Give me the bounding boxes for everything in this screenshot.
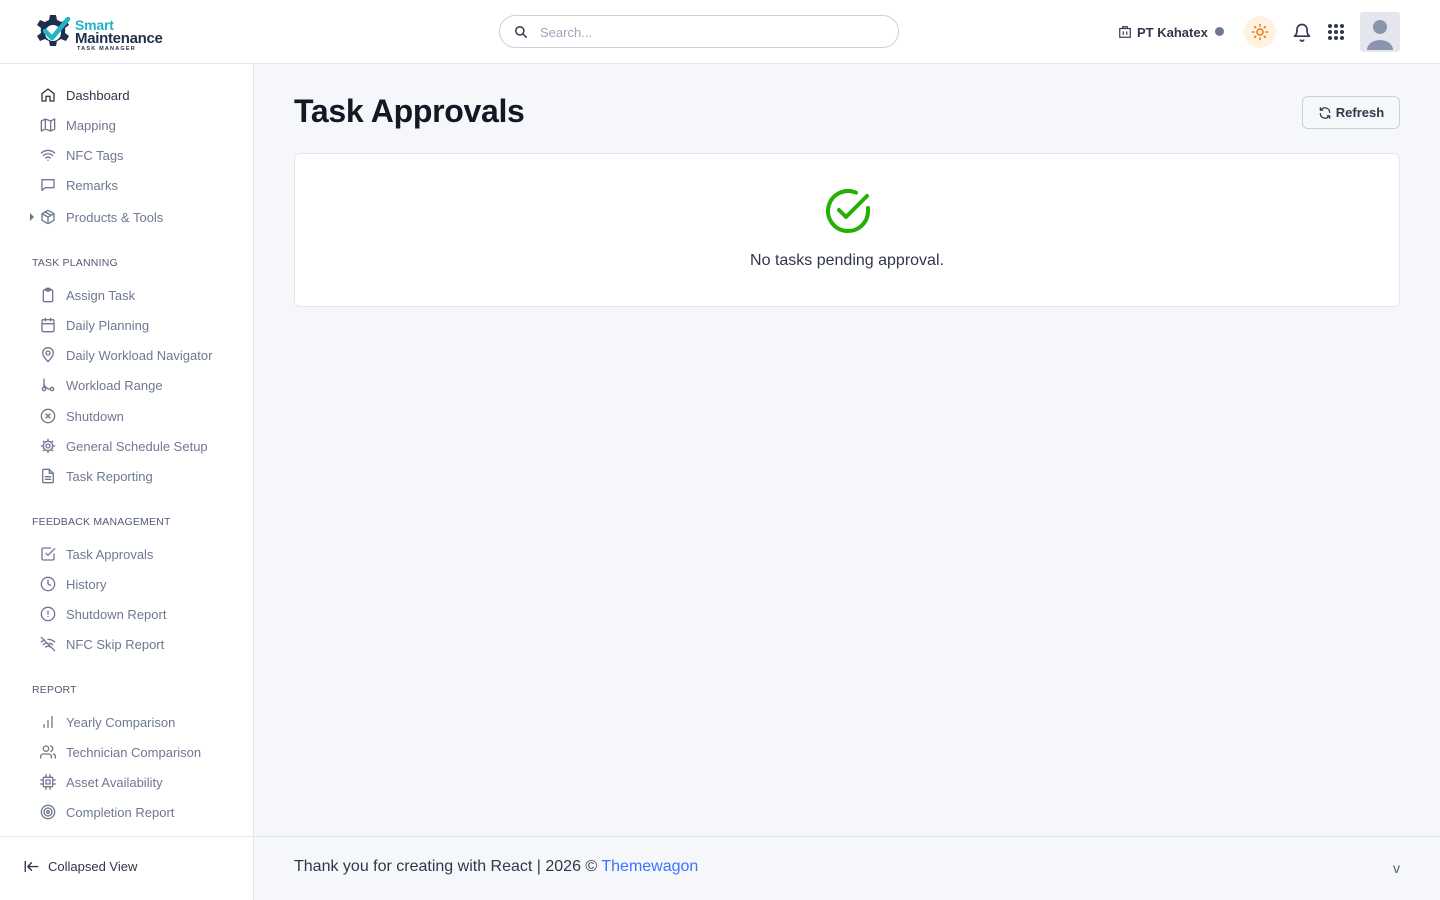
sidebar-item-remarks[interactable]: Remarks [40,174,118,196]
sidebar-item-daily-workload-navigator[interactable]: Daily Workload Navigator [40,344,212,366]
sidebar-item-label: Asset Availability [66,774,163,790]
footer-link[interactable]: Themewagon [601,858,698,875]
sidebar-item-label: Dashboard [66,87,130,103]
sidebar-section-task-planning: TASK PLANNING [32,257,118,269]
approvals-empty-card: No tasks pending approval. [294,153,1400,307]
sidebar-item-label: Technician Comparison [66,744,202,760]
sidebar-item-label: General Schedule Setup [66,438,208,454]
sidebar-item-nfc-skip-report[interactable]: NFC Skip Report [40,633,164,655]
sidebar-item-shutdown-report[interactable]: Shutdown Report [40,603,166,625]
map-icon [40,117,56,133]
check-square-icon [40,546,56,562]
clipboard-icon [40,287,56,303]
wifi-off-icon [40,636,56,652]
logo-text-maintenance: Maintenance [75,30,163,47]
gear-icon [40,438,56,454]
sidebar-item-label: Shutdown Report [66,606,167,622]
refresh-label: Refresh [1335,105,1385,120]
sidebar-section-feedback-management: FEEDBACK MANAGEMENT [32,516,171,528]
search-input[interactable] [540,22,880,42]
sidebar-item-asset-availability[interactable]: Asset Availability [40,771,163,793]
search-icon [515,26,527,38]
sidebar-item-label: Yearly Comparison [66,714,176,730]
building-icon [1119,26,1131,38]
bell-icon[interactable] [1292,22,1312,42]
home-icon [40,87,56,103]
sidebar-item-label: Workload Range [66,377,163,393]
sidebar-footer: Collapsed View [0,836,253,900]
user-avatar[interactable] [1360,12,1400,52]
map-pin-icon [40,347,56,363]
version-label: v [1393,860,1400,876]
box-icon [40,209,56,225]
sidebar-item-assign-task[interactable]: Assign Task [40,284,135,306]
expand-caret-icon[interactable] [30,213,34,221]
sidebar-item-label: Shutdown [66,408,124,424]
collapse-view-button[interactable]: Collapsed View [24,859,137,874]
sidebar-item-label: NFC Skip Report [66,636,165,652]
sidebar-item-daily-planning[interactable]: Daily Planning [40,314,149,336]
theme-toggle-button[interactable] [1244,16,1276,48]
wifi-icon [40,147,56,163]
x-circle-icon [40,408,56,424]
alert-circle-icon [40,606,56,622]
sidebar-item-label: History [66,576,107,592]
sidebar-item-dashboard[interactable]: Dashboard [40,84,130,106]
sidebar-section-report: REPORT [32,684,77,696]
sidebar-item-history[interactable]: History [40,573,106,595]
empty-state-message: No tasks pending approval. [750,252,944,269]
message-icon [40,177,56,193]
page-footer: Thank you for creating with React | 2026… [254,836,1440,900]
collapse-left-icon [24,860,39,873]
company-selector[interactable]: PT Kahatex [1118,22,1208,42]
sidebar: Dashboard Mapping NFC Tags Remarks Products … [0,64,254,900]
refresh-button[interactable]: Refresh [1302,96,1400,129]
sidebar-item-label: Task Reporting [66,468,153,484]
file-text-icon [40,468,56,484]
sidebar-item-yearly-comparison[interactable]: Yearly Comparison [40,711,175,733]
top-navbar: Smart Maintenance TASK MANAGER PT Kahate… [0,0,1440,64]
user-avatar-icon [1367,20,1393,50]
page-title: Task Approvals [294,93,525,129]
cpu-icon [40,774,56,790]
sidebar-item-technician-comparison[interactable]: Technician Comparison [40,741,201,763]
calendar-icon [40,317,56,333]
company-name: PT Kahatex [1137,24,1208,40]
users-icon [40,744,56,760]
app-logo[interactable]: Smart Maintenance TASK MANAGER [30,13,170,53]
footer-credit: Thank you for creating with React | 2026… [294,858,598,875]
sidebar-item-label: Daily Workload Navigator [66,347,213,363]
sidebar-item-label: Remarks [66,177,119,193]
sidebar-item-label: Mapping [66,117,116,133]
check-circle-icon [826,189,870,233]
sun-icon [1251,23,1269,41]
sidebar-item-completion-report[interactable]: Completion Report [40,801,174,823]
search-box [499,15,899,48]
sidebar-item-products-and-tools[interactable]: Products & Tools [40,206,163,228]
sidebar-item-label: Completion Report [66,804,175,820]
logo-gear-icon [37,15,71,46]
status-indicator [1215,27,1224,36]
collapse-view-label: Collapsed View [48,859,138,874]
sidebar-item-general-schedule-setup[interactable]: General Schedule Setup [40,435,208,457]
footer-text: Thank you for creating with React | 2026… [294,858,698,876]
sidebar-item-label: Assign Task [66,287,136,303]
grid-icon[interactable] [1327,23,1345,41]
bar-chart-icon [40,714,56,730]
logo-text-tagline: TASK MANAGER [77,46,136,52]
git-branch-icon [40,377,56,393]
sidebar-item-nfc-tags[interactable]: NFC Tags [40,144,124,166]
sidebar-item-label: Products & Tools [66,209,164,225]
sidebar-item-mapping[interactable]: Mapping [40,114,116,136]
refresh-icon [1319,106,1331,119]
sidebar-item-label: Daily Planning [66,317,150,333]
sidebar-item-task-reporting[interactable]: Task Reporting [40,465,153,487]
sidebar-item-label: NFC Tags [66,147,124,163]
sidebar-item-label: Task Approvals [66,546,154,562]
sidebar-item-task-approvals[interactable]: Task Approvals [40,543,153,565]
sidebar-item-workload-range[interactable]: Workload Range [40,374,163,396]
target-icon [40,804,56,820]
sidebar-item-shutdown[interactable]: Shutdown [40,405,124,427]
clock-icon [40,576,56,592]
